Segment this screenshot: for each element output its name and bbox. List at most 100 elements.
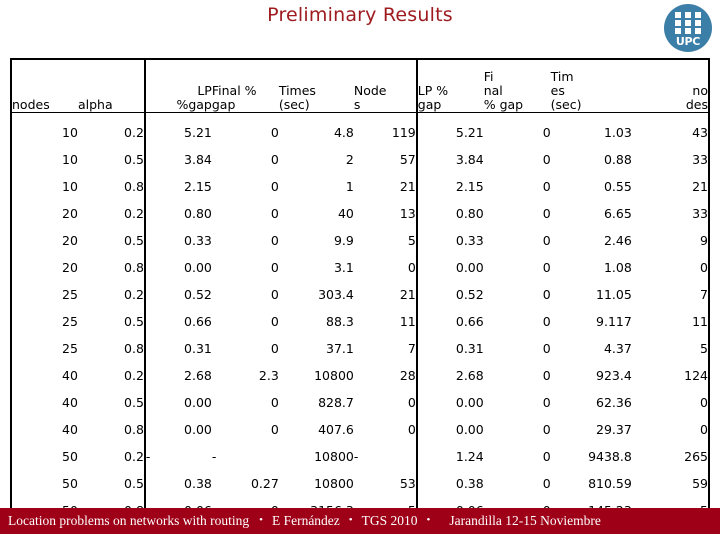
cell-rnds: 33 bbox=[631, 140, 711, 167]
cell-lpgap: 0.00 bbox=[143, 383, 212, 410]
logo-dot bbox=[675, 28, 681, 34]
footer-talk-title: Location problems on networks with routi… bbox=[8, 513, 250, 528]
logo-dot bbox=[675, 12, 681, 18]
cell-rlpgap: 3.84 bbox=[415, 140, 484, 167]
cell-rtimes: 1.03 bbox=[603, 125, 632, 140]
cell-nds: 57 bbox=[399, 152, 416, 167]
cell-rnds: 11 bbox=[631, 302, 711, 329]
table-row: 10 0.2 5.21 0 4.8 119 5.21 0 1.03 43 bbox=[10, 112, 711, 140]
cell-nodes: 40 bbox=[10, 383, 78, 410]
page-title: Preliminary Results bbox=[267, 4, 453, 26]
cell-lpgap: 3.84 bbox=[143, 140, 212, 167]
cell-rlpgap: 2.15 bbox=[415, 167, 484, 194]
cell-nds: 7 bbox=[407, 341, 416, 356]
cell-rnds: 7 bbox=[631, 275, 711, 302]
cell-fgap: 0 bbox=[270, 206, 279, 221]
cell-rfgap: 0 bbox=[542, 125, 551, 140]
cell-rnds: 0 bbox=[631, 248, 711, 275]
cell-rfgap: 0 bbox=[542, 260, 551, 275]
cell-fgap: 0 bbox=[270, 179, 279, 194]
cell-rfgap: 0 bbox=[542, 422, 551, 437]
cell-nodes: 50 bbox=[10, 464, 78, 491]
cell-rfgap: 0 bbox=[542, 341, 551, 356]
cell-alpha: 0.2 bbox=[124, 449, 144, 464]
table-row: 40 0.2 2.68 2.3 10800 28 2.68 0 923.4 124 bbox=[10, 356, 711, 383]
column-header-times: Times (sec) bbox=[278, 58, 354, 113]
cell-nodes: 25 bbox=[10, 302, 78, 329]
cell-lpgap: - bbox=[143, 437, 212, 464]
column-header-nodes: nodes bbox=[10, 58, 78, 113]
cell-rtimes: 29.37 bbox=[596, 422, 632, 437]
cell-nds: - bbox=[353, 449, 359, 464]
cell-nodes: 40 bbox=[10, 410, 78, 437]
cell-nds: 28 bbox=[399, 368, 416, 383]
cell-lpgap: 0.31 bbox=[143, 329, 212, 356]
table-row: 25 0.8 0.31 0 37.1 7 0.31 0 4.37 5 bbox=[10, 329, 711, 356]
table-row: 50 0.2- -10800-1.24 0 9438.8 265 bbox=[10, 437, 711, 464]
cell-rlpgap: 0.00 bbox=[415, 248, 484, 275]
cell-rfgap: 0 bbox=[542, 179, 551, 194]
cell-nodes: 25 bbox=[10, 275, 78, 302]
table-header-row: nodes alpha LP %gap Final % gap Times (s… bbox=[10, 58, 711, 113]
cell-rtimes: 9.117 bbox=[596, 314, 632, 329]
cell-nds: 5 bbox=[407, 233, 416, 248]
cell-rnds: 21 bbox=[631, 167, 711, 194]
cell-rtimes: 0.55 bbox=[603, 179, 632, 194]
cell-rtimes: 9438.8 bbox=[588, 449, 632, 464]
cell-alpha: 0.8 bbox=[124, 422, 144, 437]
cell-rlpgap: 0.31 bbox=[415, 329, 484, 356]
cell-fgap: 0 bbox=[270, 260, 279, 275]
cell-rnds: 265 bbox=[631, 437, 711, 464]
cell-times: 10800 bbox=[314, 368, 354, 383]
logo-dot bbox=[685, 12, 691, 18]
cell-alpha: 0.8 bbox=[124, 260, 144, 275]
cell-alpha: 0.2 bbox=[124, 125, 144, 140]
cell-rnds: 0 bbox=[631, 383, 711, 410]
cell-fgap: 0 bbox=[270, 341, 279, 356]
cell-rtimes: 11.05 bbox=[596, 287, 632, 302]
cell-rfgap: 0 bbox=[542, 314, 551, 329]
cell-rtimes: 2.46 bbox=[603, 233, 632, 248]
cell-fgap: 0 bbox=[270, 125, 279, 140]
cell-fgap: - bbox=[211, 449, 217, 464]
cell-rlpgap: 0.38 bbox=[415, 464, 484, 491]
cell-nodes: 10 bbox=[10, 112, 78, 140]
footer-separator: • bbox=[348, 514, 353, 526]
cell-rtimes: 1.08 bbox=[603, 260, 632, 275]
cell-lpgap: 0.38 bbox=[143, 464, 212, 491]
cell-alpha: 0.8 bbox=[124, 179, 144, 194]
footer-venue-date: Jarandilla 12-15 Noviembre bbox=[449, 513, 601, 528]
column-header-r-nodes-count: no des bbox=[631, 58, 711, 113]
table-row: 25 0.2 0.52 0 303.4 21 0.52 0 11.05 7 bbox=[10, 275, 711, 302]
table-row: 40 0.8 0.00 0 407.6 0 0.00 0 29.37 0 bbox=[10, 410, 711, 437]
cell-times: 3.1 bbox=[333, 260, 354, 275]
cell-rtimes: 6.65 bbox=[603, 206, 632, 221]
cell-nds: 21 bbox=[399, 287, 416, 302]
column-header-alpha: alpha bbox=[77, 58, 145, 113]
cell-alpha: 0.5 bbox=[124, 395, 144, 410]
column-header-r-final-gap: Fi nal % gap bbox=[483, 58, 551, 113]
cell-fgap: 0 bbox=[270, 287, 279, 302]
cell-rlpgap: 0.66 bbox=[415, 302, 484, 329]
cell-nds: 21 bbox=[399, 179, 416, 194]
cell-times: 407.6 bbox=[318, 422, 354, 437]
logo-dot bbox=[685, 20, 691, 26]
cell-lpgap: 0.66 bbox=[143, 302, 212, 329]
cell-times: 37.1 bbox=[326, 341, 354, 356]
cell-nodes: 10 bbox=[10, 167, 78, 194]
cell-rlpgap: 2.68 bbox=[415, 356, 484, 383]
cell-rtimes: 0.88 bbox=[603, 152, 632, 167]
cell-fgap: 0 bbox=[270, 395, 279, 410]
cell-nodes: 50 bbox=[10, 437, 78, 464]
cell-rlpgap: 0.33 bbox=[415, 221, 484, 248]
cell-times: 1 bbox=[345, 179, 354, 194]
cell-nds: 0 bbox=[407, 260, 416, 275]
cell-rnds: 0 bbox=[631, 410, 711, 437]
logo-dot bbox=[695, 28, 701, 34]
cell-alpha: 0.2 bbox=[124, 206, 144, 221]
cell-alpha: 0.5 bbox=[124, 152, 144, 167]
cell-rlpgap: 0.52 bbox=[415, 275, 484, 302]
cell-alpha: 0.5 bbox=[124, 476, 144, 491]
cell-nds: 13 bbox=[399, 206, 416, 221]
cell-lpgap: 0.52 bbox=[143, 275, 212, 302]
